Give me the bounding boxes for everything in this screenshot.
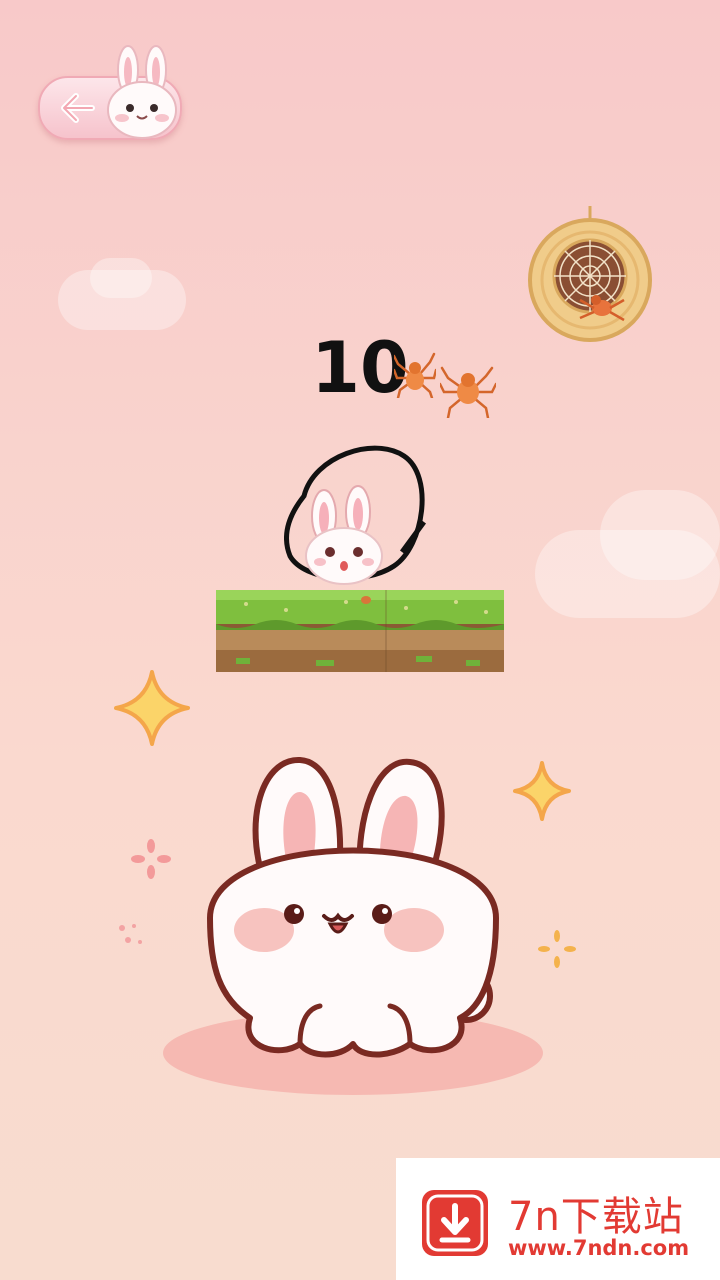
watermark-banner: 7n下载站 www.7ndn.com: [396, 1158, 720, 1280]
download-icon: [422, 1190, 488, 1256]
background-cloud: [600, 490, 720, 580]
spider-enemy: [440, 366, 496, 418]
bunny-mascot: [163, 756, 543, 1095]
bunny-head-icon: [107, 45, 177, 139]
spider-enemy: [394, 352, 436, 398]
spider-web-ball: [528, 206, 652, 342]
background-cloud: [90, 258, 152, 298]
watermark-url: www.7ndn.com: [508, 1236, 690, 1260]
dots-decoration: [119, 924, 142, 944]
grass-platform: [216, 590, 504, 672]
left-arrow-icon: [61, 93, 95, 123]
score-counter: 10: [311, 327, 409, 409]
sparkle-decoration: [114, 670, 190, 746]
watermark-title: 7n下载站: [508, 1194, 684, 1240]
player-bunny[interactable]: [284, 436, 430, 592]
back-button[interactable]: [38, 45, 182, 140]
